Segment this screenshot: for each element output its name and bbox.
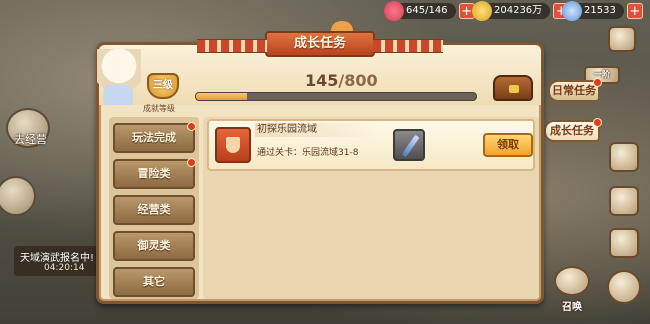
event-title: 天域演武报名中! — [20, 253, 95, 264]
progress-total: 800 — [344, 71, 378, 90]
notification-dot — [187, 122, 196, 131]
category-label: 冒险类 — [137, 167, 171, 180]
gem-value: 21533 — [584, 5, 616, 16]
close-circle-button[interactable] — [604, 270, 644, 306]
notification-dot — [187, 158, 196, 167]
book-icon — [609, 186, 639, 216]
tab-daily-tasks[interactable]: 日常任务 — [548, 78, 602, 102]
treasure-chest-icon[interactable] — [493, 75, 533, 101]
claim-button[interactable]: 领取 — [483, 133, 533, 157]
task-title: 初探乐园流域 — [255, 123, 379, 137]
category-tab-1[interactable]: 冒险类 — [113, 158, 196, 189]
stamina-resource: 645/146 + — [384, 1, 475, 21]
menu-button-1[interactable] — [606, 142, 642, 174]
summon-button[interactable]: 召唤 — [550, 266, 594, 313]
gift-icon — [608, 26, 636, 52]
map-icon — [609, 228, 639, 258]
category-tab-3[interactable]: 御灵类 — [113, 231, 195, 261]
level-label: 成就等级 — [143, 104, 175, 113]
crossed-swords-icon — [607, 270, 641, 304]
category-label: 御灵类 — [137, 239, 171, 252]
tab-growth-tasks[interactable]: 成长任务 — [544, 118, 602, 142]
gift-button[interactable] — [602, 26, 642, 54]
category-tab-0[interactable]: 玩法完成 — [113, 122, 196, 153]
add-gem-button[interactable]: + — [626, 3, 643, 19]
progress-fill — [196, 93, 247, 100]
task-pouch-icon — [215, 127, 251, 163]
reward-brush-icon[interactable] — [393, 129, 425, 161]
gold-coin-icon — [472, 1, 492, 21]
event-banner[interactable]: 天域演武报名中! 04:20:14 — [14, 246, 102, 276]
notification-dot — [593, 78, 602, 87]
task-list: 初探乐园流域 通过关卡：乐园流域31-8 领取 — [203, 117, 539, 299]
progress-bar — [195, 92, 477, 101]
category-tab-4[interactable]: 其它 — [113, 267, 195, 297]
progress-counter: 145/800 — [305, 71, 378, 90]
level-badge: 三级 — [147, 73, 179, 99]
task-row: 初探乐园流域 通过关卡：乐园流域31-8 领取 — [207, 119, 535, 171]
heart-icon — [384, 1, 404, 21]
menu-button-3[interactable] — [606, 228, 642, 260]
stamina-value: 645/146 — [406, 5, 448, 16]
tab-growth-tasks-label: 成长任务 — [550, 124, 594, 137]
gem-icon — [562, 1, 582, 21]
tab-daily-tasks-label: 日常任务 — [552, 84, 596, 97]
progress-current: 145 — [305, 71, 339, 90]
summon-icon — [554, 266, 590, 296]
category-label: 其它 — [143, 275, 165, 288]
menu-button-2[interactable] — [606, 186, 642, 218]
task-description: 通过关卡：乐园流域31-8 — [257, 148, 359, 158]
gold-resource: 204236万 + — [472, 1, 570, 21]
event-timer: 04:20:14 — [44, 263, 85, 273]
notification-dot — [593, 118, 602, 127]
gold-value: 204236万 — [494, 5, 543, 16]
category-label: 玩法完成 — [132, 131, 176, 144]
panel-title: 成长任务 — [197, 31, 443, 57]
category-list: 玩法完成 冒险类 经营类 御灵类 其它 — [109, 117, 199, 299]
summon-label: 召唤 — [562, 302, 582, 313]
location-label[interactable]: 去经营 — [14, 131, 47, 147]
category-tab-2[interactable]: 经营类 — [113, 195, 195, 225]
avatar — [97, 49, 141, 105]
scroll-icon — [609, 142, 639, 172]
category-label: 经营类 — [137, 203, 171, 216]
growth-task-panel: 成长任务 三级 成就等级 145/800 玩法完成 冒险类 经营类 御灵类 其它… — [96, 21, 544, 304]
gem-resource: 21533 + — [562, 1, 643, 21]
